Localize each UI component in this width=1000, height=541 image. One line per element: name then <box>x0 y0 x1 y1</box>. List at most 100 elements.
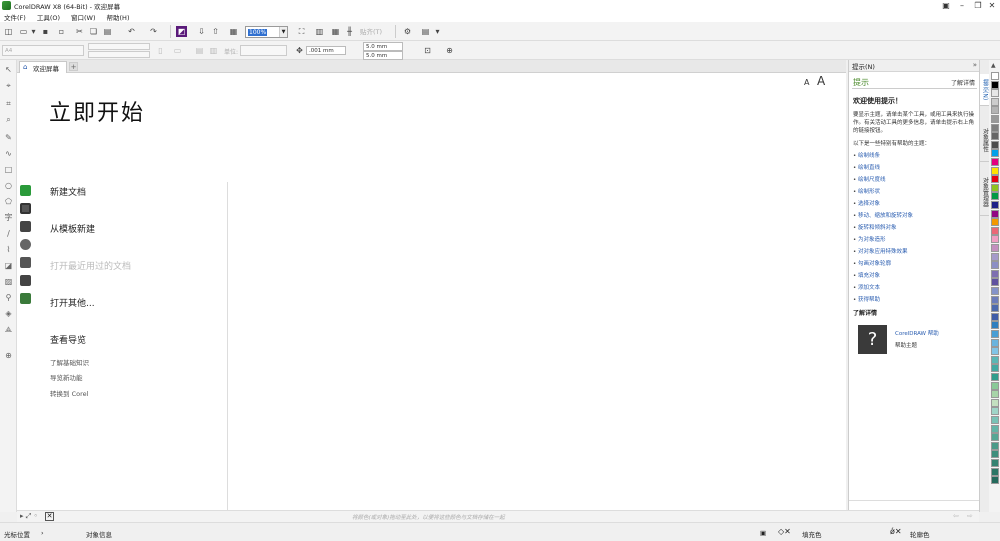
hint-topic-link[interactable]: 移动、缩放和旋转对象 <box>853 211 913 219</box>
palette-swatch[interactable] <box>991 373 999 381</box>
pin-icon[interactable]: ▣ <box>938 0 954 11</box>
portrait-icon[interactable]: ▯ <box>155 45 166 56</box>
open-other-link[interactable]: 打开其他... <box>50 296 95 309</box>
add-tab-button[interactable]: + <box>69 62 78 71</box>
palette-swatch[interactable] <box>991 381 999 390</box>
palette-swatch[interactable] <box>991 175 999 184</box>
hint-topic-link[interactable]: 选择对象 <box>853 199 880 207</box>
palette-menu-icon[interactable]: ▸ ⤢ ◦ <box>20 512 38 521</box>
paste-icon[interactable]: ▤ <box>102 26 113 37</box>
hint-topic-link[interactable]: 绘制形状 <box>853 187 880 195</box>
smart-fill-icon[interactable]: ⟁ <box>3 324 14 335</box>
palette-scroll-up-icon[interactable]: ▲ <box>991 62 996 69</box>
help-icon[interactable]: ? <box>858 325 887 354</box>
collapse-arrow-icon[interactable]: » <box>973 61 977 69</box>
add-tool-icon[interactable]: ⊕ <box>3 350 14 361</box>
palette-swatch[interactable] <box>991 72 999 80</box>
palette-swatch[interactable] <box>991 123 999 132</box>
palette-swatch[interactable] <box>991 201 999 209</box>
palette-swatch[interactable] <box>991 149 999 158</box>
palette-swatch[interactable] <box>991 106 999 115</box>
print-icon[interactable]: ▫ <box>56 26 67 37</box>
text-tool-icon[interactable]: 字 <box>3 212 14 223</box>
show-rulers-icon[interactable]: ▥ <box>314 26 325 37</box>
pick-tool-icon[interactable]: ↖ <box>3 64 14 75</box>
parallel-dimension-icon[interactable]: ∕ <box>3 228 14 239</box>
palette-swatch[interactable] <box>991 287 999 295</box>
palette-swatch[interactable] <box>991 450 999 459</box>
whats-new-icon[interactable] <box>20 221 31 232</box>
palette-swatch[interactable] <box>991 183 999 192</box>
hint-topic-link[interactable]: 绘制线条 <box>853 151 880 159</box>
palette-swatch[interactable] <box>991 252 999 261</box>
palette-swatch[interactable] <box>991 166 999 175</box>
tab-welcome-screen[interactable]: ⌂ 欢迎屏幕 <box>19 61 67 73</box>
current-page-icon[interactable]: ▥ <box>208 45 219 56</box>
palette-swatch[interactable] <box>991 467 999 476</box>
nudge-distance-field[interactable]: .001 mm <box>306 46 346 55</box>
no-color-swatch-icon[interactable]: ✕ <box>45 512 54 521</box>
coreldraw-help-link[interactable]: CorelDRAW 帮助 <box>895 329 939 337</box>
cut-icon[interactable]: ✂ <box>74 26 85 37</box>
get-more-icon[interactable] <box>20 293 31 304</box>
hint-topic-link[interactable]: 绘制尺度线 <box>853 175 886 183</box>
freehand-tool-icon[interactable]: ✎ <box>3 132 14 143</box>
hint-topic-link[interactable]: 旋转和倾斜对象 <box>853 223 897 231</box>
palette-swatch[interactable] <box>991 416 999 424</box>
palette-swatch[interactable] <box>991 235 999 244</box>
palette-swatch[interactable] <box>991 158 999 166</box>
hint-topic-link[interactable]: 绘制直线 <box>853 163 880 171</box>
drop-shadow-icon[interactable]: ◪ <box>3 260 14 271</box>
new-from-template-link[interactable]: 从模板新建 <box>50 222 95 235</box>
palette-swatch[interactable] <box>991 407 999 416</box>
palette-swatch[interactable] <box>991 218 999 227</box>
show-guidelines-icon[interactable]: ╫ <box>344 26 355 37</box>
add-icon[interactable]: ⊕ <box>444 45 455 56</box>
hint-topic-link[interactable]: 为对象造形 <box>853 235 886 243</box>
interactive-fill-icon[interactable]: ◈ <box>3 308 14 319</box>
palette-swatch[interactable] <box>991 295 999 304</box>
take-tour-link[interactable]: 查看导览 <box>50 333 86 346</box>
palette-swatch[interactable] <box>991 269 999 278</box>
menu-tools[interactable]: 工具(O) <box>37 12 60 22</box>
palette-swatch[interactable] <box>991 192 999 201</box>
menu-file[interactable]: 文件(F) <box>4 12 26 22</box>
hint-topic-link[interactable]: 获得帮助 <box>853 295 880 303</box>
menu-window[interactable]: 窗口(W) <box>71 12 96 22</box>
font-size-small-button[interactable]: A <box>804 78 809 87</box>
learn-more-link[interactable]: 了解详情 <box>951 78 975 87</box>
gallery-icon[interactable] <box>20 275 31 286</box>
redo-icon[interactable]: ↷ <box>148 26 159 37</box>
palette-swatch[interactable] <box>991 424 999 433</box>
ellipse-tool-icon[interactable]: ○ <box>3 180 14 191</box>
save-icon[interactable]: ▪ <box>40 26 51 37</box>
units-dropdown[interactable] <box>240 45 287 56</box>
full-screen-icon[interactable]: ⛶ <box>296 26 307 37</box>
palette-swatch[interactable] <box>991 398 999 407</box>
zoom-level-combobox[interactable]: 100% ▼ <box>245 26 288 38</box>
polygon-tool-icon[interactable]: ⬠ <box>3 196 14 207</box>
palette-swatch[interactable] <box>991 459 999 467</box>
scroll-left-icon[interactable]: ⇦ <box>953 512 959 520</box>
palette-swatch[interactable] <box>991 261 999 270</box>
palette-swatch[interactable] <box>991 140 999 149</box>
palette-swatch[interactable] <box>991 80 999 89</box>
artistic-media-icon[interactable]: ∿ <box>3 148 14 159</box>
new-document-link[interactable]: 新建文档 <box>50 185 86 198</box>
expand-arrow-icon[interactable]: › <box>41 529 44 537</box>
dropdown-arrow-icon[interactable]: ▾ <box>432 26 443 37</box>
duplicate-x-field[interactable]: 5.0 mm <box>363 42 403 51</box>
palette-swatch[interactable] <box>991 89 999 98</box>
zoom-tool-icon[interactable]: ⌕ <box>3 114 14 125</box>
undo-icon[interactable]: ↶ <box>126 26 137 37</box>
color-proof-icon[interactable]: ▣ <box>760 529 766 537</box>
palette-swatch[interactable] <box>991 476 999 485</box>
copy-icon[interactable]: ❏ <box>88 26 99 37</box>
learn-basics-link[interactable]: 了解基础知识 <box>50 357 89 367</box>
palette-swatch[interactable] <box>991 433 999 442</box>
dropdown-arrow-icon[interactable]: ▾ <box>28 26 39 37</box>
new-document-icon[interactable]: ◫ <box>3 26 14 37</box>
transparency-tool-icon[interactable]: ▨ <box>3 276 14 287</box>
info-icon[interactable] <box>20 239 31 250</box>
page-bounds-icon[interactable]: ⊡ <box>422 45 433 56</box>
